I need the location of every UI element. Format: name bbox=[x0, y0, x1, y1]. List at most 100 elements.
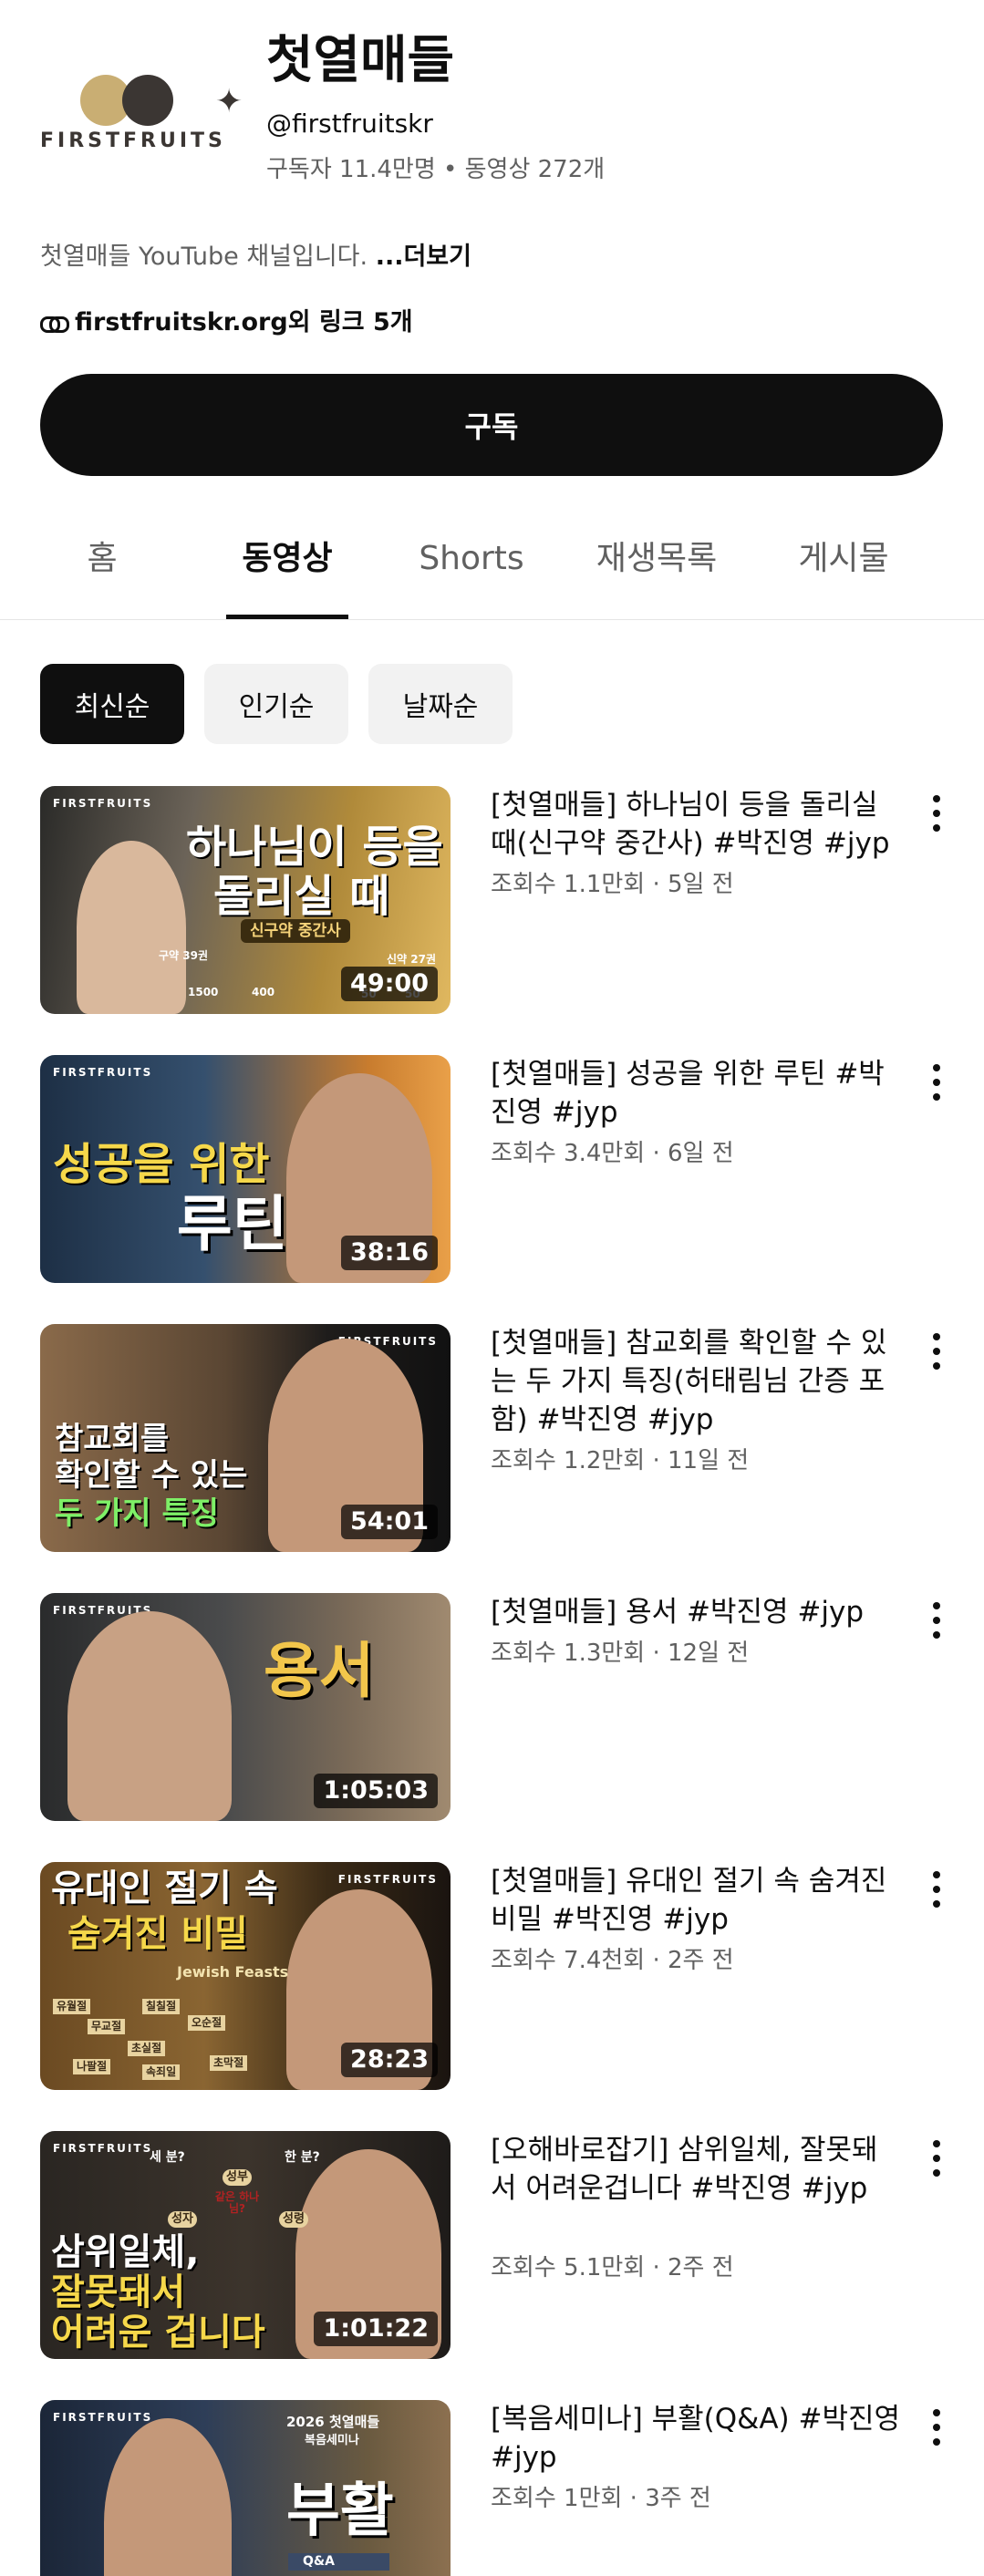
thumb-label: 성부 bbox=[223, 2169, 252, 2187]
thumb-person bbox=[77, 841, 186, 1014]
thumb-brand: FIRSTFRUITS bbox=[337, 1873, 438, 1886]
more-options-icon[interactable] bbox=[930, 2140, 943, 2180]
more-options-icon[interactable] bbox=[930, 1602, 943, 1642]
video-title[interactable]: [복음세미나] 부활(Q&A) #박진영 #jyp bbox=[491, 2400, 901, 2477]
thumb-title-line1: 부활 bbox=[286, 2478, 394, 2545]
video-item[interactable]: FIRSTFRUITS 참교회를 확인할 수 있는 두 가지 특징 54:01 … bbox=[0, 1324, 984, 1552]
video-duration: 49:00 bbox=[341, 967, 438, 1001]
tab-posts[interactable]: 게시물 bbox=[771, 536, 917, 582]
thumb-label: 400 bbox=[252, 986, 275, 998]
video-duration: 28:23 bbox=[341, 2043, 438, 2077]
video-item[interactable]: FIRSTFRUITS 용서 1:05:03 [첫열매들] 용서 #박진영 #j… bbox=[0, 1593, 984, 1821]
more-link[interactable]: ...더보기 bbox=[376, 243, 471, 271]
thumb-tag: 신구약 중간사 bbox=[241, 919, 350, 944]
video-title[interactable]: [오해바로잡기] 삼위일체, 잘못돼서 어려운겁니다 #박진영 #jyp bbox=[491, 2131, 901, 2208]
video-meta: 조회수 5.1만회 · 2주 전 bbox=[491, 2254, 734, 2281]
thumb-label: 성자 bbox=[168, 2211, 197, 2229]
video-thumbnail[interactable]: FIRSTFRUITS 세 분? 한 분? 성부 성자 성령 같은 하나님? 삼… bbox=[40, 2131, 451, 2359]
more-options-icon[interactable] bbox=[930, 2409, 943, 2449]
filter-chip-oldest[interactable]: 날짜순 bbox=[368, 664, 513, 744]
more-options-icon[interactable] bbox=[930, 1064, 943, 1104]
thumb-label: 초실절 bbox=[128, 2041, 166, 2056]
thumb-label: 1500 bbox=[188, 986, 219, 998]
video-item[interactable]: FIRSTFRUITS 2026 첫열매들 복음세미나 부활 Q&A [복음세미… bbox=[0, 2400, 984, 2576]
thumb-top-line: 2026 첫열매들 bbox=[286, 2414, 380, 2430]
channel-handle: @firstfruitskr bbox=[266, 109, 433, 139]
video-duration: 1:05:03 bbox=[314, 1774, 438, 1808]
channel-avatar[interactable]: ✦ FIRSTFRUITS bbox=[40, 46, 243, 164]
thumb-label: 신약 27권 bbox=[387, 953, 436, 966]
thumb-person bbox=[104, 2418, 232, 2576]
video-meta: 조회수 3.4만회 · 6일 전 bbox=[491, 1140, 734, 1167]
video-thumbnail[interactable]: FIRSTFRUITS 용서 1:05:03 bbox=[40, 1593, 451, 1821]
more-options-icon[interactable] bbox=[930, 795, 943, 835]
video-meta: 조회수 1.2만회 · 11일 전 bbox=[491, 1447, 750, 1474]
tab-playlists[interactable]: 재생목록 bbox=[584, 536, 730, 582]
video-title[interactable]: [첫열매들] 성공을 위한 루틴 #박진영 #jyp bbox=[491, 1055, 901, 1132]
thumb-label: 속죄일 bbox=[142, 2064, 181, 2080]
thumb-label: Jewish Feasts bbox=[177, 1963, 289, 1981]
thumb-title-line1: 성공을 위한 bbox=[53, 1139, 270, 1190]
channel-header: ✦ FIRSTFRUITS 첫열매들 @firstfruitskr 구독자 11… bbox=[0, 0, 984, 210]
channel-stats: 구독자 11.4만명 • 동영상 272개 bbox=[266, 156, 606, 183]
thumb-title-line3: 어려운 겁니다 bbox=[51, 2312, 265, 2354]
video-item[interactable]: FIRSTFRUITS 세 분? 한 분? 성부 성자 성령 같은 하나님? 삼… bbox=[0, 2131, 984, 2359]
thumb-label: 유월절 bbox=[53, 1999, 91, 2014]
channel-tabs: 홈 동영상 Shorts 재생목록 게시물 bbox=[0, 511, 984, 620]
thumb-title-line1: 유대인 절기 속 bbox=[51, 1867, 278, 1909]
video-duration: 1:01:22 bbox=[314, 2312, 438, 2346]
thumb-title-line2: 루틴 bbox=[177, 1189, 288, 1259]
thumb-brand: FIRSTFRUITS bbox=[53, 1066, 153, 1079]
video-title[interactable]: [첫열매들] 유대인 절기 속 숨겨진 비밀 #박진영 #jyp bbox=[491, 1862, 901, 1939]
thumb-title-line3: 두 가지 특징 bbox=[55, 1495, 220, 1532]
more-options-icon[interactable] bbox=[930, 1333, 943, 1373]
channel-description[interactable]: 첫열매들 YouTube 채널입니다. ...더보기 bbox=[40, 241, 471, 274]
thumb-title-line2: 숨겨진 비밀 bbox=[67, 1913, 248, 1955]
description-text: 첫열매들 YouTube 채널입니다. bbox=[40, 243, 376, 271]
channel-links[interactable]: firstfruitskr.org 외 링크 5개 bbox=[40, 306, 413, 339]
thumb-sub-line: 복음세미나 bbox=[305, 2434, 359, 2447]
more-options-icon[interactable] bbox=[930, 1871, 943, 1911]
thumb-brand: FIRSTFRUITS bbox=[53, 2411, 153, 2424]
thumb-title-line1: 용서 bbox=[264, 1636, 375, 1706]
tab-home[interactable]: 홈 bbox=[57, 536, 148, 582]
thumb-title-line2: 확인할 수 있는 bbox=[55, 1457, 248, 1494]
tab-shorts[interactable]: Shorts bbox=[403, 536, 540, 582]
video-item[interactable]: FIRSTFRUITS 유대인 절기 속 숨겨진 비밀 Jewish Feast… bbox=[0, 1862, 984, 2090]
thumb-person bbox=[67, 1611, 232, 1821]
video-meta: 조회수 7.4천회 · 2주 전 bbox=[491, 1947, 734, 1974]
thumb-label: 초막절 bbox=[210, 2055, 248, 2071]
video-title[interactable]: [첫열매들] 용서 #박진영 #jyp bbox=[491, 1593, 901, 1631]
video-thumbnail[interactable]: FIRSTFRUITS 유대인 절기 속 숨겨진 비밀 Jewish Feast… bbox=[40, 1862, 451, 2090]
video-meta: 조회수 1만회 · 3주 전 bbox=[491, 2485, 711, 2512]
thumb-brand: FIRSTFRUITS bbox=[53, 797, 153, 810]
filter-chip-latest[interactable]: 최신순 bbox=[40, 664, 184, 744]
logo-text: FIRSTFRUITS bbox=[40, 129, 226, 152]
sparkle-icon: ✦ bbox=[215, 83, 243, 120]
video-thumbnail[interactable]: FIRSTFRUITS 성공을 위한 루틴 38:16 bbox=[40, 1055, 451, 1283]
thumb-label: 무교절 bbox=[88, 2019, 126, 2034]
video-thumbnail[interactable]: FIRSTFRUITS 참교회를 확인할 수 있는 두 가지 특징 54:01 bbox=[40, 1324, 451, 1552]
video-duration: 54:01 bbox=[341, 1505, 438, 1539]
thumb-brand: FIRSTFRUITS bbox=[53, 2142, 153, 2155]
link-primary[interactable]: firstfruitskr.org bbox=[75, 306, 288, 339]
thumb-title-line1: 하나님이 등을 bbox=[186, 822, 443, 873]
video-thumbnail[interactable]: FIRSTFRUITS 하나님이 등을 돌리실 때 신구약 중간사 구약 39권… bbox=[40, 786, 451, 1014]
thumb-label: 칠칠절 bbox=[142, 1999, 181, 2014]
video-title[interactable]: [첫열매들] 참교회를 확인할 수 있는 두 가지 특징(허태림님 간증 포함)… bbox=[491, 1324, 901, 1439]
video-meta: 조회수 1.1만회 · 5일 전 bbox=[491, 871, 734, 898]
link-icon bbox=[40, 315, 69, 333]
filter-chip-popular[interactable]: 인기순 bbox=[204, 664, 348, 744]
tab-videos[interactable]: 동영상 bbox=[214, 536, 360, 582]
channel-name: 첫열매들 bbox=[266, 31, 455, 90]
video-meta: 조회수 1.3만회 · 12일 전 bbox=[491, 1640, 750, 1667]
subscribe-button[interactable]: 구독 bbox=[40, 374, 943, 476]
thumb-label: 구약 39권 bbox=[159, 949, 208, 962]
video-item[interactable]: FIRSTFRUITS 성공을 위한 루틴 38:16 [첫열매들] 성공을 위… bbox=[0, 1055, 984, 1283]
link-suffix: 외 링크 5개 bbox=[287, 308, 413, 336]
thumb-title-line2: 잘못돼서 bbox=[51, 2271, 186, 2313]
thumb-label: 세 분? bbox=[150, 2150, 185, 2165]
video-item[interactable]: FIRSTFRUITS 하나님이 등을 돌리실 때 신구약 중간사 구약 39권… bbox=[0, 786, 984, 1014]
video-title[interactable]: [첫열매들] 하나님이 등을 돌리실 때(신구약 중간사) #박진영 #jyp bbox=[491, 786, 901, 863]
video-thumbnail[interactable]: FIRSTFRUITS 2026 첫열매들 복음세미나 부활 Q&A bbox=[40, 2400, 451, 2576]
